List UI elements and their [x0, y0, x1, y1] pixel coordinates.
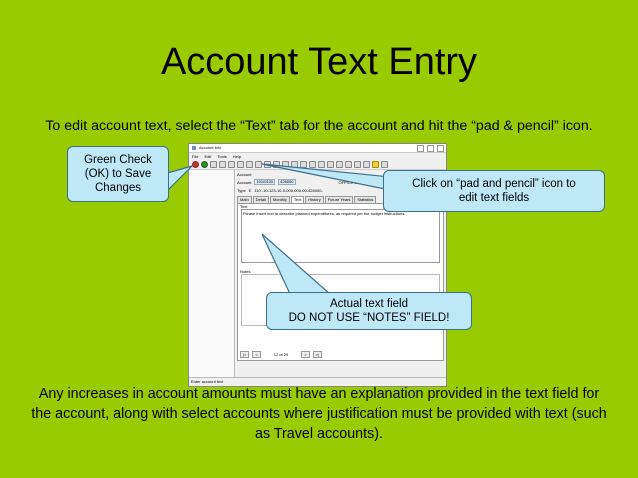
text-field-callout: Actual text field DO NOT USE “NOTES” FIE… — [266, 292, 472, 330]
pad-pencil-callout: Click on “pad and pencil” icon to edit t… — [383, 170, 605, 212]
footer-text: Any increases in account amounts must ha… — [31, 386, 607, 442]
pad-callout-pointer — [261, 163, 401, 193]
field-callout-line-2: DO NOT USE “NOTES” FIELD! — [288, 312, 450, 324]
save-callout: Green Check (OK) to Save Changes — [67, 146, 169, 202]
pad-callout-line-1: Click on “pad and pencil” icon to — [412, 178, 576, 190]
field-callout-pointer — [261, 233, 332, 295]
save-callout-line-1: Green Check — [84, 154, 152, 166]
save-callout-line-3: Changes — [94, 182, 142, 194]
save-callout-line-2: (OK) to Save — [84, 168, 152, 180]
pad-callout-line-2: edit text fields — [458, 192, 530, 204]
field-callout-line-1: Actual text field — [330, 298, 408, 310]
